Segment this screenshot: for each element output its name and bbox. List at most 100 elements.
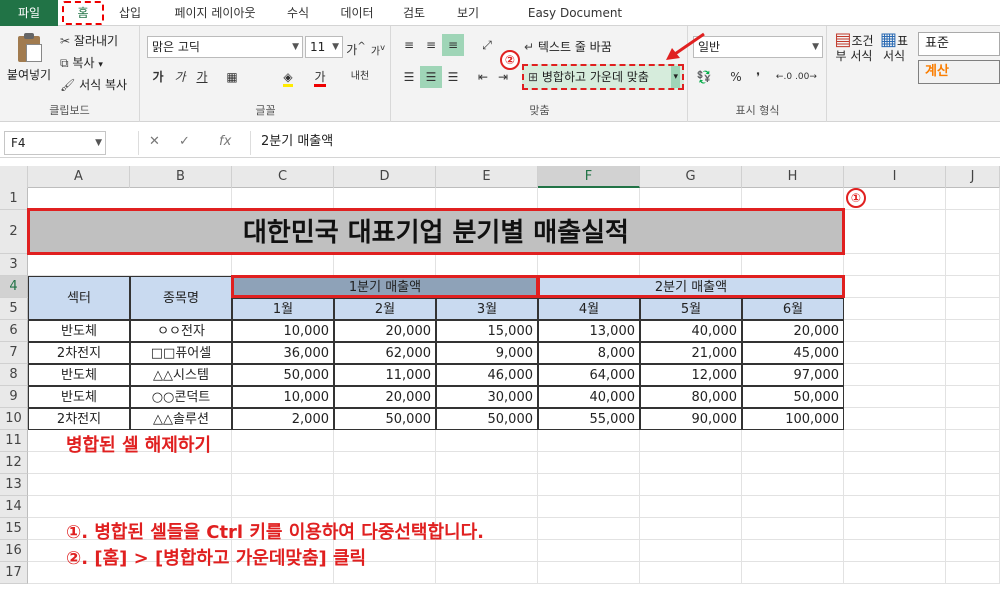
column-header-g[interactable]: G [640,166,742,188]
data-cell[interactable]: 50,000 [232,364,334,386]
decrease-font-button[interactable]: 가v [367,36,389,58]
column-header-e[interactable]: E [436,166,538,188]
row-header-4[interactable]: 4 [0,276,28,298]
tab-formulas[interactable]: 수식 [278,0,318,26]
header-month-cell[interactable]: 2월 [334,298,436,320]
style-calculation[interactable]: 계산 [918,60,1000,84]
data-cell[interactable]: 20,000 [334,320,436,342]
column-header-d[interactable]: D [334,166,436,188]
select-all-corner[interactable] [0,166,28,188]
row-header-6[interactable]: 6 [0,320,28,342]
data-cell[interactable]: 15,000 [436,320,538,342]
chevron-down-icon[interactable]: ▾ [671,66,680,88]
tab-page-layout[interactable]: 페이지 레이아웃 [160,0,270,26]
phonetic-icon[interactable]: 내천 [349,66,371,88]
currency-icon[interactable]: 💱 [693,66,715,88]
data-cell[interactable]: 36,000 [232,342,334,364]
column-header-f[interactable]: F [538,166,640,188]
align-bottom-icon[interactable]: ≡ [442,34,464,56]
style-normal[interactable]: 표준 [918,32,1000,56]
formula-input[interactable]: 2분기 매출액 [250,131,1000,155]
row-header-11[interactable]: 11 [0,430,28,452]
data-cell[interactable]: 40,000 [640,320,742,342]
data-cell[interactable]: 80,000 [640,386,742,408]
insert-function-button[interactable]: fx [219,134,231,149]
row-header-10[interactable]: 10 [0,408,28,430]
underline-button[interactable]: 가 [191,66,213,88]
header-month-cell[interactable]: 3월 [436,298,538,320]
bold-button[interactable]: 가 [147,66,169,88]
tab-insert[interactable]: 삽입 [110,0,150,26]
decrease-decimal-icon[interactable]: .00→ [795,66,817,88]
data-cell[interactable]: 11,000 [334,364,436,386]
data-cell[interactable]: 12,000 [640,364,742,386]
data-cell[interactable]: 46,000 [436,364,538,386]
column-header-c[interactable]: C [232,166,334,188]
data-cell[interactable]: 50,000 [742,386,844,408]
font-color-button[interactable]: 가 [309,66,331,88]
increase-decimal-icon[interactable]: ←.0 [773,66,795,88]
row-header-12[interactable]: 12 [0,452,28,474]
cut-button[interactable]: ✂ 잘라내기 [60,32,118,49]
data-cell[interactable]: □□퓨어셀 [130,342,232,364]
row-header-16[interactable]: 16 [0,540,28,562]
row-header-13[interactable]: 13 [0,474,28,496]
header-month-cell[interactable]: 1월 [232,298,334,320]
enter-icon[interactable]: ✓ [179,134,190,149]
header-month-cell[interactable]: 6월 [742,298,844,320]
fill-color-icon[interactable]: ◈ [277,66,299,88]
row-header-2[interactable]: 2 [0,210,28,254]
row-header-7[interactable]: 7 [0,342,28,364]
tab-easy-document-creator[interactable]: Easy Document Creator [505,0,645,46]
data-cell[interactable]: 반도체 [28,320,130,342]
data-cell[interactable]: 9,000 [436,342,538,364]
tab-data[interactable]: 데이터 [332,0,382,26]
data-cell[interactable]: 20,000 [334,386,436,408]
data-cell[interactable]: 50,000 [436,408,538,430]
font-size-select[interactable]: 11 ▼ [305,36,343,58]
italic-button[interactable]: 가 [169,66,191,88]
align-left-icon[interactable]: ☰ [398,66,420,88]
paste-button[interactable]: 붙여넣기 [6,32,52,83]
data-cell[interactable]: 50,000 [334,408,436,430]
align-top-icon[interactable]: ≡ [398,34,420,56]
data-cell[interactable]: △△솔루션 [130,408,232,430]
font-name-select[interactable]: 맑은 고딕 ▼ [147,36,303,58]
row-header-17[interactable]: 17 [0,562,28,584]
header-month-cell[interactable]: 5월 [640,298,742,320]
row-header-1[interactable]: 1 [0,188,28,210]
align-right-icon[interactable]: ☰ [442,66,464,88]
align-middle-icon[interactable]: ≡ [420,34,442,56]
tab-review[interactable]: 검토 [394,0,434,26]
name-box[interactable]: F4 ▼ [4,131,106,155]
data-cell[interactable]: 20,000 [742,320,844,342]
data-cell[interactable]: 8,000 [538,342,640,364]
data-cell[interactable]: 97,000 [742,364,844,386]
data-cell[interactable]: 30,000 [436,386,538,408]
column-header-j[interactable]: J [946,166,1000,188]
data-cell[interactable]: 90,000 [640,408,742,430]
tab-view[interactable]: 보기 [448,0,488,26]
increase-font-button[interactable]: 가^ [345,36,367,58]
align-center-icon[interactable]: ☰ [420,66,442,88]
row-header-15[interactable]: 15 [0,518,28,540]
data-cell[interactable]: 21,000 [640,342,742,364]
column-header-a[interactable]: A [28,166,130,188]
column-header-b[interactable]: B [130,166,232,188]
orientation-icon[interactable]: ⤢ [476,34,498,56]
data-cell[interactable]: ㅇㅇ전자 [130,320,232,342]
tab-home[interactable]: 홈 [62,1,104,25]
row-header-3[interactable]: 3 [0,254,28,276]
data-cell[interactable]: 10,000 [232,320,334,342]
percent-button[interactable]: % [725,66,747,88]
data-cell[interactable]: 40,000 [538,386,640,408]
cancel-icon[interactable]: ✕ [149,134,160,149]
data-cell[interactable]: 64,000 [538,364,640,386]
row-header-5[interactable]: 5 [0,298,28,320]
header-sector-cell[interactable]: 섹터 [28,276,130,320]
comma-icon[interactable]: ❜ [747,66,769,88]
format-painter-button[interactable]: 🖌 서식 복사 [60,76,127,93]
wrap-text-button[interactable]: ↵ 텍스트 줄 바꿈 [524,38,612,55]
row-header-14[interactable]: 14 [0,496,28,518]
column-header-h[interactable]: H [742,166,844,188]
